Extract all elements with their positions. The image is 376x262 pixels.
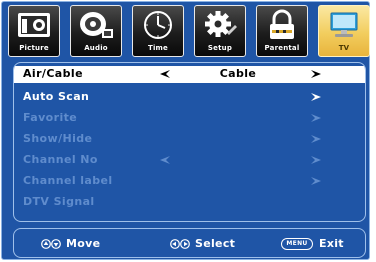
exit-label: Exit <box>319 237 344 250</box>
tab-setup[interactable]: Setup <box>194 5 246 57</box>
gear-icon <box>205 11 237 37</box>
arrow-right-icon[interactable] <box>311 70 321 78</box>
arrow-right-icon <box>311 93 321 101</box>
osd-window: Picture Audio Time Setup Parental TV Air… <box>1 1 370 260</box>
category-tabs: Picture Audio Time Setup Parental TV <box>8 5 370 59</box>
arrow-left-icon[interactable] <box>160 70 170 78</box>
tab-label: Parental <box>264 44 300 52</box>
clock-icon <box>144 11 172 39</box>
tab-time[interactable]: Time <box>132 5 184 57</box>
arrow-right-icon <box>311 156 321 164</box>
menu-item-channel-label[interactable]: Channel label <box>14 171 365 192</box>
tab-audio[interactable]: Audio <box>70 5 122 57</box>
audio-icon <box>80 12 113 38</box>
menu-item-label: Channel label <box>23 174 113 187</box>
menu-item-channel-no[interactable]: Channel No <box>14 150 365 171</box>
up-down-arrows-icon <box>41 238 61 249</box>
menu-item-label: Show/Hide <box>23 132 93 145</box>
select-label: Select <box>195 237 236 250</box>
tab-label: Setup <box>207 44 233 52</box>
lock-icon <box>270 9 294 39</box>
menu-key-icon: MENU <box>281 237 313 250</box>
move-hint: Move <box>41 237 100 250</box>
menu-item-label: Air/Cable <box>23 67 83 80</box>
exit-hint: MENU Exit <box>281 237 344 250</box>
menu-item-value: Cable <box>219 67 257 80</box>
arrow-right-icon <box>311 177 321 185</box>
arrow-right-icon <box>311 114 321 122</box>
menu-item-auto-scan[interactable]: Auto Scan <box>14 87 365 108</box>
menu-item-dtv-signal[interactable]: DTV Signal <box>14 192 365 213</box>
arrow-left-icon <box>160 156 170 164</box>
menu-item-favorite[interactable]: Favorite <box>14 108 365 129</box>
tab-parental[interactable]: Parental <box>256 5 308 57</box>
tab-tv[interactable]: TV <box>318 5 370 57</box>
key-hint-bar: Move Select MENU Exit <box>13 228 366 258</box>
select-hint: Select <box>170 237 235 250</box>
tab-label: Time <box>147 44 169 52</box>
menu-item-show-hide[interactable]: Show/Hide <box>14 129 365 150</box>
left-right-arrows-icon <box>170 238 190 249</box>
arrow-right-icon <box>311 135 321 143</box>
picture-icon <box>18 13 50 37</box>
tab-label: Picture <box>19 44 49 52</box>
menu-item-label: DTV Signal <box>23 195 95 208</box>
tab-label: TV <box>338 44 350 52</box>
tv-icon <box>330 12 358 37</box>
tab-label: Audio <box>84 44 108 52</box>
move-label: Move <box>66 237 101 250</box>
menu-item-label: Favorite <box>23 111 78 124</box>
menu-item-label: Auto Scan <box>23 90 90 103</box>
menu-item-air-cable[interactable]: Air/Cable Cable <box>14 66 365 83</box>
menu-item-label: Channel No <box>23 153 98 166</box>
channel-menu: Air/Cable Cable Auto Scan Favorite Show/… <box>13 62 366 222</box>
tab-picture[interactable]: Picture <box>8 5 60 57</box>
